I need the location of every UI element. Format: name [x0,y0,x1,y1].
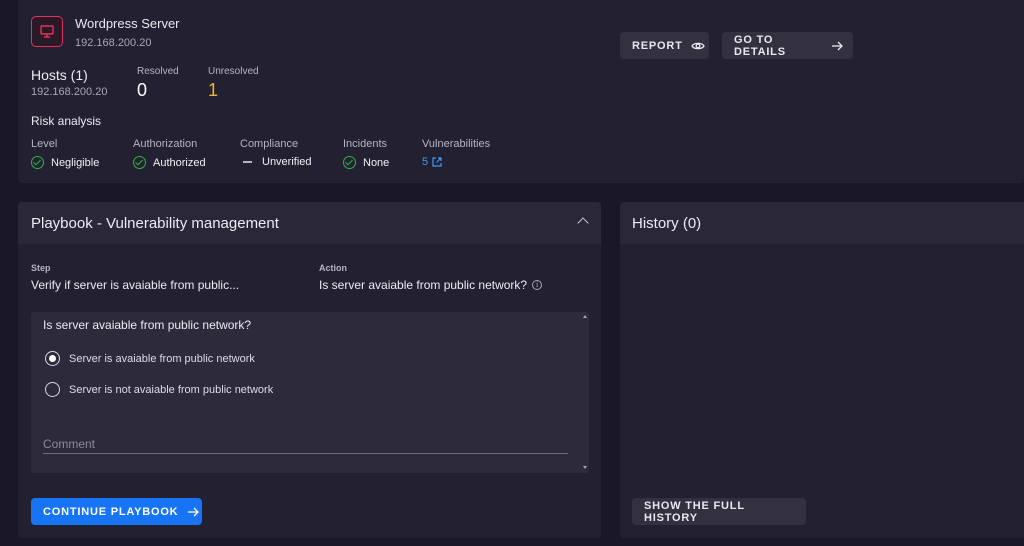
incidents-label: Incidents [343,138,388,150]
hosts-ip: 192.168.200.20 [31,86,108,98]
info-icon[interactable]: i [532,280,543,290]
chevron-up-icon[interactable] [577,217,589,229]
step-label: Step [31,263,51,273]
check-circle-icon [133,156,146,169]
question-title: Is server avaiable from public network? [43,318,252,332]
history-header: History (0) [620,202,1024,244]
compliance-label: Compliance [240,138,299,150]
server-name: Wordpress Server [75,16,180,31]
resolved-count: 0 [137,80,148,100]
continue-playbook-button[interactable]: CONTINUE PLAYBOOK [31,498,202,525]
radio-button[interactable] [45,382,60,397]
radio-option-label: Server is not avaiable from public netwo… [69,383,274,396]
radio-option-not-available[interactable]: Server is not avaiable from public netwo… [45,382,273,397]
authorization-label: Authorization [133,138,198,150]
arrow-right-icon [831,41,843,51]
go-to-details-button[interactable]: GO TO DETAILS [722,32,853,59]
action-value-text: Is server avaiable from public network? [319,278,528,292]
risk-authorization: Authorization Authorized [133,138,206,169]
playbook-header[interactable]: Playbook - Vulnerability management [18,202,601,244]
go-to-details-label: GO TO DETAILS [734,33,786,58]
eye-icon [690,41,705,51]
comment-input[interactable] [43,434,568,454]
vulnerabilities-link[interactable]: 5 [422,156,442,168]
vulnerabilities-count: 5 [422,156,429,168]
question-panel: Is server avaiable from public network? … [31,312,589,473]
server-icon-box [31,16,63,47]
server-ip: 192.168.200.20 [75,37,152,49]
show-full-history-label: SHOW THE FULL HISTORY [644,499,745,524]
incidents-value: None [363,156,390,169]
playbook-title: Playbook - Vulnerability management [31,214,279,232]
monitor-icon [40,25,54,38]
unresolved-label: Unresolved [208,66,259,77]
risk-level-value: Negligible [51,156,100,169]
risk-level: Level Negligible [31,138,99,169]
playbook-card: Playbook - Vulnerability management Step… [18,202,601,538]
resolved-label: Resolved [137,66,179,77]
history-card: History (0) SHOW THE FULL HISTORY [620,202,1024,538]
scroll-up-arrow-icon[interactable] [583,315,587,318]
risk-compliance: Compliance Unverified [240,138,312,168]
check-circle-icon [343,156,356,169]
vulnerabilities-label: Vulnerabilities [422,138,491,150]
report-button-label: REPORT [632,39,683,52]
arrow-right-icon [187,507,200,517]
authorization-value: Authorized [153,156,206,169]
radio-option-label: Server is avaiable from public network [69,352,255,365]
continue-playbook-label: CONTINUE PLAYBOOK [43,505,179,518]
check-circle-icon [31,156,44,169]
action-value: Is server avaiable from public network? … [319,278,543,292]
compliance-value: Unverified [262,156,312,168]
step-value: Verify if server is avaiable from public… [31,278,240,292]
show-full-history-button[interactable]: SHOW THE FULL HISTORY [632,498,806,525]
risk-vulnerabilities: Vulnerabilities 5 [422,138,490,168]
server-summary-card: Wordpress Server 192.168.200.20 REPORT G… [18,0,1024,183]
action-label: Action [319,263,347,273]
scroll-down-arrow-icon[interactable] [583,466,587,469]
history-title: History (0) [632,214,702,232]
risk-incidents: Incidents None [343,138,389,169]
unresolved-count: 1 [208,80,219,100]
radio-button-selected[interactable] [45,351,60,366]
dash-icon [243,161,252,163]
external-link-icon [432,157,442,167]
report-button[interactable]: REPORT [620,32,709,59]
hosts-title: Hosts (1) [31,67,88,83]
risk-level-label: Level [31,138,58,150]
radio-option-available[interactable]: Server is avaiable from public network [45,351,255,366]
risk-analysis-title: Risk analysis [31,114,102,128]
